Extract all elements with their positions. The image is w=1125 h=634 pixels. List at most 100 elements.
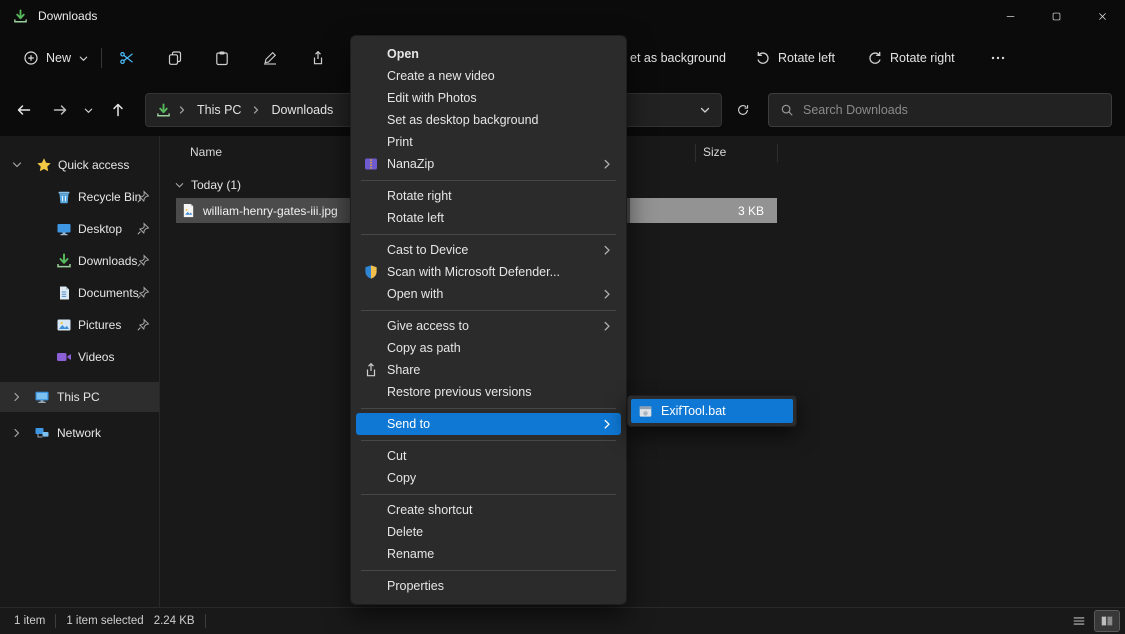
sidebar-item-network[interactable]: Network [0,418,159,448]
status-bar: 1 item 1 item selected 2.24 KB [0,607,1125,634]
menu-item-rotate-right[interactable]: Rotate right [356,185,621,207]
sidebar: Quick accessRecycle BinDesktopDownloadsD… [0,136,160,607]
paste-button[interactable] [202,42,242,74]
menu-item-print[interactable]: Print [356,131,621,153]
sidebar-item-documents[interactable]: Documents [0,278,159,308]
maximize-button[interactable] [1033,0,1079,32]
menu-item-share[interactable]: Share [356,359,621,381]
menu-item-scan-with-microsoft-defender[interactable]: Scan with Microsoft Defender... [356,261,621,283]
rotate-right-icon [867,50,883,66]
menu-item-label: Edit with Photos [387,91,477,105]
column-header-name[interactable]: Name [190,145,222,159]
up-button[interactable] [102,94,134,126]
selection-summary: 1 item selected [66,615,143,627]
column-divider[interactable] [777,144,778,162]
menu-item-exiftool-bat[interactable]: ExifTool.bat [631,399,793,423]
cut-button[interactable] [107,42,147,74]
breadcrumb-chevron-icon [176,104,188,116]
rename-button[interactable] [250,42,290,74]
more-options-button[interactable] [978,42,1018,74]
group-header-today[interactable]: Today (1) [160,174,241,196]
maximize-icon [1051,11,1062,22]
sidebar-item-desktop[interactable]: Desktop [0,214,159,244]
sidebar-item-downloads[interactable]: Downloads [0,246,159,276]
breadcrumb-this-pc[interactable]: This PC [193,103,245,117]
sidebar-item-this-pc[interactable]: This PC [0,382,159,412]
menu-item-open-with[interactable]: Open with [356,283,621,305]
statusbar-divider [205,614,206,628]
sidebar-item-recycle-bin[interactable]: Recycle Bin [0,182,159,212]
search-input[interactable] [803,103,1100,117]
tree-chevron-down-icon[interactable] [11,159,23,171]
list-view-button[interactable] [1067,611,1091,631]
rotate-right-label: Rotate right [890,51,955,65]
pin-icon [136,190,150,204]
menu-item-rotate-left[interactable]: Rotate left [356,207,621,229]
tree-chevron-right-icon[interactable] [11,427,23,439]
rotate-left-button[interactable]: Rotate left [746,42,844,74]
menu-item-properties[interactable]: Properties [356,575,621,597]
scissors-icon [119,50,135,66]
menu-item-open[interactable]: Open [356,43,621,65]
menu-item-give-access-to[interactable]: Give access to [356,315,621,337]
sidebar-item-pictures[interactable]: Pictures [0,310,159,340]
defender-shield-icon [363,264,379,280]
menu-separator [361,570,616,571]
menu-item-copy[interactable]: Copy [356,467,621,489]
menu-separator [361,234,616,235]
share-button[interactable] [298,42,338,74]
menu-item-label: Create shortcut [387,503,472,517]
menu-separator [361,180,616,181]
downloads-folder-icon [156,103,171,118]
star-icon [36,157,52,173]
file-size: 3 KB [738,204,764,218]
forward-button[interactable] [44,94,76,126]
menu-item-nanazip[interactable]: NanaZip [356,153,621,175]
menu-item-send-to[interactable]: Send to [356,413,621,435]
recent-locations-button[interactable] [76,94,100,126]
item-count: 1 item [14,615,45,627]
large-icons-view-button[interactable] [1095,611,1119,631]
recycle-bin-icon [56,189,72,205]
menu-item-label: Give access to [387,319,469,333]
file-row-william-henry-gates-iii-jpg[interactable]: william-henry-gates-iii.jpg3 KB [160,198,1125,223]
address-dropdown-icon[interactable] [699,104,711,116]
set-as-background-button[interactable]: et as background [630,42,726,74]
menu-item-label: Rotate left [387,211,444,225]
file-explorer-window: Downloads New et as background Rotate le… [0,0,1125,634]
sidebar-item-label: This PC [57,390,100,404]
menu-separator [361,408,616,409]
menu-item-copy-as-path[interactable]: Copy as path [356,337,621,359]
menu-item-rename[interactable]: Rename [356,543,621,565]
image-file-icon [181,203,196,218]
more-dots-icon [990,50,1006,66]
refresh-button[interactable] [727,94,759,126]
sidebar-item-quick-access[interactable]: Quick access [0,150,159,180]
close-button[interactable] [1079,0,1125,32]
menu-item-delete[interactable]: Delete [356,521,621,543]
sidebar-item-videos[interactable]: Videos [0,342,159,372]
menu-item-label: Set as desktop background [387,113,539,127]
column-divider[interactable] [695,144,696,162]
rotate-right-button[interactable]: Rotate right [858,42,964,74]
list-view-icon [1072,614,1086,628]
minimize-button[interactable] [987,0,1033,32]
tree-chevron-right-icon[interactable] [11,391,23,403]
back-button[interactable] [8,94,40,126]
refresh-icon [736,103,750,117]
menu-item-edit-with-photos[interactable]: Edit with Photos [356,87,621,109]
column-header-size[interactable]: Size [703,145,726,159]
menu-item-restore-previous-versions[interactable]: Restore previous versions [356,381,621,403]
new-button[interactable]: New [14,42,98,74]
send-to-submenu: ExifTool.bat [627,395,797,427]
menu-item-cast-to-device[interactable]: Cast to Device [356,239,621,261]
rotate-left-icon [755,50,771,66]
breadcrumb-downloads[interactable]: Downloads [267,103,337,117]
collapse-chevron-icon [174,180,185,191]
menu-item-create-a-new-video[interactable]: Create a new video [356,65,621,87]
menu-item-set-as-desktop-background[interactable]: Set as desktop background [356,109,621,131]
menu-item-create-shortcut[interactable]: Create shortcut [356,499,621,521]
window-controls [987,0,1125,32]
copy-button[interactable] [155,42,195,74]
menu-item-cut[interactable]: Cut [356,445,621,467]
